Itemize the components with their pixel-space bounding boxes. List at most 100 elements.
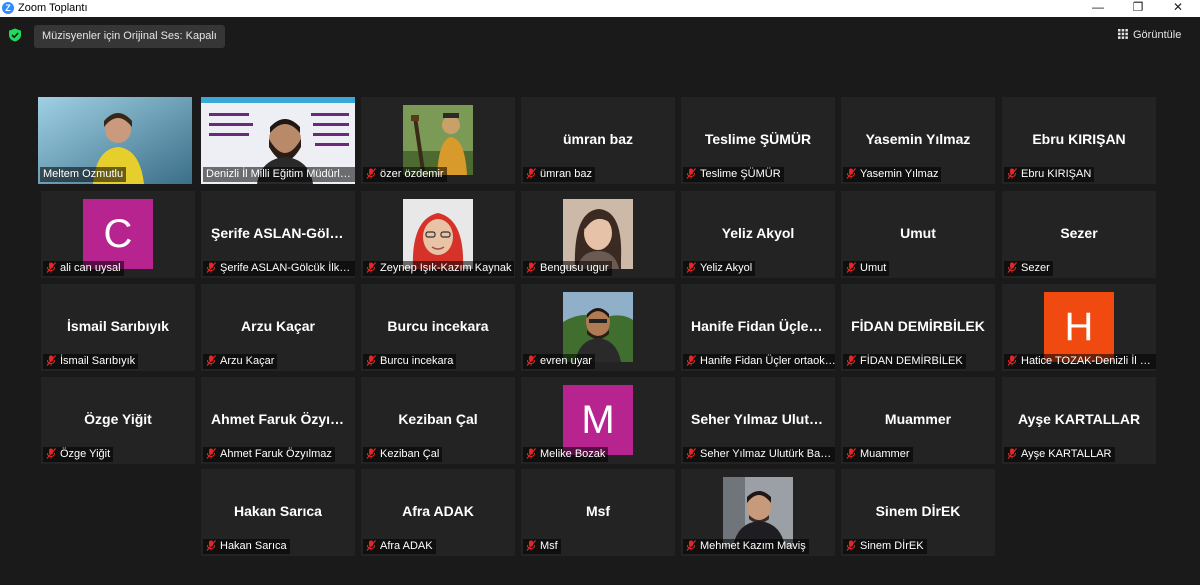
- participant-tile[interactable]: Özge Yiğit Özge Yiğit: [41, 377, 195, 464]
- participant-display-name: Msf: [585, 503, 611, 519]
- minimize-button[interactable]: —: [1080, 0, 1116, 17]
- muted-mic-icon: [846, 448, 856, 459]
- participant-name: Teslime ŞÜMÜR: [683, 167, 784, 182]
- participant-tile[interactable]: Sinem DİrEK Sinem DİrEK: [841, 469, 995, 556]
- muted-mic-icon: [686, 540, 696, 551]
- participant-tile[interactable]: Ebru KIRIŞAN Ebru KIRIŞAN: [1002, 97, 1156, 184]
- participant-name: Sezer: [1004, 261, 1053, 276]
- participant-name: Hanife Fidan Üçler ortaokulu: [683, 354, 835, 369]
- participant-display-name: Yasemin Yılmaz: [865, 131, 971, 147]
- muted-mic-icon: [686, 168, 696, 179]
- participant-name: Hatice TOZAK-Denizli İl Milli: [1004, 354, 1156, 369]
- participant-tile[interactable]: Arzu Kaçar Arzu Kaçar: [201, 284, 355, 371]
- muted-mic-icon: [366, 262, 376, 273]
- participant-display-name: Seher Yılmaz Ulutürk Başkent: [691, 411, 835, 427]
- participant-name: Msf: [523, 539, 561, 554]
- title-bar: Z Zoom Toplantı — ❐ ✕: [0, 0, 1200, 17]
- participant-tile[interactable]: Afra ADAK Afra ADAK: [361, 469, 515, 556]
- profile-photo: [563, 292, 633, 362]
- participant-tile[interactable]: Muammer Muammer: [841, 377, 995, 464]
- participant-tile[interactable]: Teslime ŞÜMÜR Teslime ŞÜMÜR: [681, 97, 835, 184]
- view-button[interactable]: Görüntüle: [1118, 25, 1181, 45]
- participant-tile[interactable]: Sezer Sezer: [1002, 191, 1156, 278]
- participant-tile[interactable]: C ali can uysal: [41, 191, 195, 278]
- profile-photo: [563, 199, 633, 269]
- muted-mic-icon: [206, 355, 216, 366]
- participant-tile[interactable]: Meltem Ozmutlu: [38, 97, 192, 184]
- participant-tile[interactable]: Burcu incekara Burcu incekara: [361, 284, 515, 371]
- participant-tile[interactable]: Hakan Sarıca Hakan Sarıca: [201, 469, 355, 556]
- participant-name: Umut: [843, 261, 890, 276]
- participant-display-name: Hanife Fidan Üçler ortaokulu: [691, 318, 835, 334]
- window-title: Zoom Toplantı: [18, 2, 88, 14]
- participant-name: Afra ADAK: [363, 539, 436, 554]
- muted-mic-icon: [686, 355, 696, 366]
- participant-name: ali can uysal: [43, 261, 124, 276]
- participant-name: Özge Yiğit: [43, 447, 114, 462]
- participant-display-name: Yeliz Akyol: [721, 225, 795, 241]
- participant-name: Keziban Çal: [363, 447, 443, 462]
- participant-tile[interactable]: Seher Yılmaz Ulutürk Başkent Seher Yılma…: [681, 377, 835, 464]
- participant-name: Muammer: [843, 447, 913, 462]
- muted-mic-icon: [1007, 262, 1017, 273]
- muted-mic-icon: [846, 168, 856, 179]
- participant-name: Denizli İl Milli Eğitim Müdürlüğü: [203, 167, 355, 182]
- muted-mic-icon: [366, 168, 376, 179]
- participant-tile[interactable]: FİDAN DEMİRBİLEK FİDAN DEMİRBİLEK: [841, 284, 995, 371]
- participant-tile[interactable]: Hanife Fidan Üçler ortaokulu Hanife Fida…: [681, 284, 835, 371]
- muted-mic-icon: [46, 448, 56, 459]
- participant-display-name: Şerife ASLAN-Gölcük İlkokulu: [211, 225, 355, 241]
- grid-view-icon: [1118, 29, 1128, 39]
- participant-name: özer özdemir: [363, 167, 447, 182]
- muted-mic-icon: [206, 448, 216, 459]
- participant-tile[interactable]: Yasemin Yılmaz Yasemin Yılmaz: [841, 97, 995, 184]
- muted-mic-icon: [686, 448, 696, 459]
- participant-tile[interactable]: İsmail Sarıbıyık İsmail Sarıbıyık: [41, 284, 195, 371]
- participant-name: Melike Bozak: [523, 447, 609, 462]
- participant-name: Sinem DİrEK: [843, 539, 927, 554]
- participant-tile[interactable]: Umut Umut: [841, 191, 995, 278]
- participant-display-name: İsmail Sarıbıyık: [67, 318, 169, 334]
- original-sound-toggle[interactable]: Müzisyenler için Orijinal Ses: Kapalı: [34, 25, 225, 48]
- participant-tile[interactable]: Ahmet Faruk Özyılmaz Ahmet Faruk Özyılma…: [201, 377, 355, 464]
- profile-photo: [723, 477, 793, 547]
- profile-photo: [403, 199, 473, 269]
- participant-name: Arzu Kaçar: [203, 354, 278, 369]
- participant-name: Yeliz Akyol: [683, 261, 756, 276]
- participant-name: Mehmet Kazım Maviş: [683, 539, 809, 554]
- muted-mic-icon: [366, 355, 376, 366]
- participant-display-name: FİDAN DEMİRBİLEK: [851, 318, 985, 334]
- muted-mic-icon: [206, 540, 216, 551]
- participant-name: Yasemin Yılmaz: [843, 167, 942, 182]
- participant-display-name: ümran baz: [562, 131, 633, 147]
- participant-display-name: Arzu Kaçar: [241, 318, 315, 334]
- close-button[interactable]: ✕: [1160, 0, 1196, 17]
- muted-mic-icon: [1007, 448, 1017, 459]
- encryption-shield-icon[interactable]: [8, 28, 22, 42]
- muted-mic-icon: [206, 262, 216, 273]
- participant-tile[interactable]: Şerife ASLAN-Gölcük İlkokulu Şerife ASLA…: [201, 191, 355, 278]
- participant-tile[interactable]: Bengusu ugur: [521, 191, 675, 278]
- participant-display-name: Burcu incekara: [387, 318, 489, 334]
- participant-tile[interactable]: M Melike Bozak: [521, 377, 675, 464]
- restore-icon[interactable]: ❐: [1120, 0, 1156, 17]
- participant-tile[interactable]: ümran baz ümran baz: [521, 97, 675, 184]
- participant-tile[interactable]: Msf Msf: [521, 469, 675, 556]
- participant-tile[interactable]: Zeynep Işık-Kazım Kaynak: [361, 191, 515, 278]
- participant-tile[interactable]: H Hatice TOZAK-Denizli İl Milli: [1002, 284, 1156, 371]
- participant-name: Zeynep Işık-Kazım Kaynak: [363, 261, 515, 276]
- muted-mic-icon: [846, 262, 856, 273]
- avatar: H: [1044, 292, 1114, 362]
- participant-tile[interactable]: Mehmet Kazım Maviş: [681, 469, 835, 556]
- participant-tile[interactable]: Keziban Çal Keziban Çal: [361, 377, 515, 464]
- participant-tile[interactable]: evren uyar: [521, 284, 675, 371]
- muted-mic-icon: [366, 540, 376, 551]
- participant-tile[interactable]: özer özdemir: [361, 97, 515, 184]
- participant-name: evren uyar: [523, 354, 595, 369]
- participant-tile[interactable]: Denizli İl Milli Eğitim Müdürlüğü: [201, 97, 355, 184]
- participant-name: FİDAN DEMİRBİLEK: [843, 354, 966, 369]
- view-label: Görüntüle: [1133, 29, 1182, 41]
- participant-tile[interactable]: Yeliz Akyol Yeliz Akyol: [681, 191, 835, 278]
- participant-display-name: Ayşe KARTALLAR: [1017, 411, 1141, 427]
- participant-tile[interactable]: Ayşe KARTALLAR Ayşe KARTALLAR: [1002, 377, 1156, 464]
